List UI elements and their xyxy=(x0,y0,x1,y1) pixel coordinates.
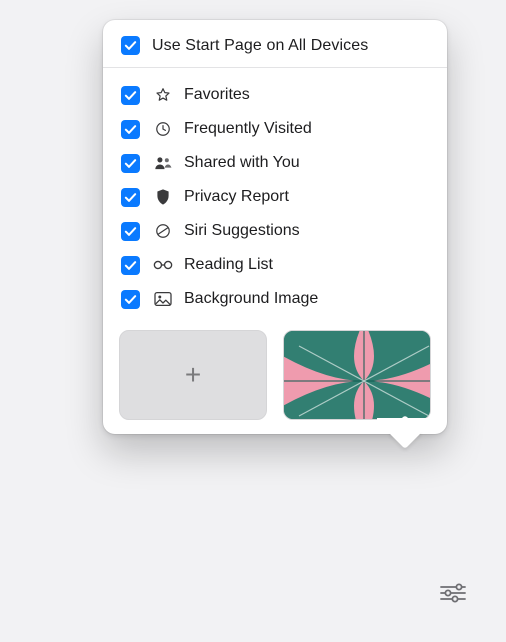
option-favorites: Favorites xyxy=(121,78,429,112)
shield-icon xyxy=(152,186,174,208)
option-label: Favorites xyxy=(184,86,250,104)
option-label: Frequently Visited xyxy=(184,120,312,138)
option-shared-with-you: Shared with You xyxy=(121,146,429,180)
sync-all-devices-checkbox[interactable] xyxy=(121,36,140,55)
sync-all-devices-label: Use Start Page on All Devices xyxy=(152,37,368,55)
siri-icon xyxy=(152,220,174,242)
favorites-checkbox[interactable] xyxy=(121,86,140,105)
add-background-button[interactable]: + xyxy=(119,330,267,420)
option-label: Background Image xyxy=(184,290,318,308)
shared-with-you-checkbox[interactable] xyxy=(121,154,140,173)
options-list: Favorites Frequently Visited Shared with… xyxy=(103,68,447,320)
option-background-image: Background Image xyxy=(121,282,429,316)
frequently-visited-checkbox[interactable] xyxy=(121,120,140,139)
image-icon xyxy=(152,288,174,310)
glasses-icon xyxy=(152,254,174,276)
option-label: Siri Suggestions xyxy=(184,222,300,240)
reading-list-checkbox[interactable] xyxy=(121,256,140,275)
clock-icon xyxy=(152,118,174,140)
option-privacy-report: Privacy Report xyxy=(121,180,429,214)
option-label: Privacy Report xyxy=(184,188,289,206)
header-row: Use Start Page on All Devices xyxy=(103,20,447,68)
people-icon xyxy=(152,152,174,174)
background-preview-thumbnail[interactable] xyxy=(283,330,431,420)
plus-icon: + xyxy=(185,359,201,391)
background-thumbnails: + xyxy=(103,320,447,420)
option-siri-suggestions: Siri Suggestions xyxy=(121,214,429,248)
option-label: Reading List xyxy=(184,256,273,274)
star-outline-icon xyxy=(152,84,174,106)
siri-suggestions-checkbox[interactable] xyxy=(121,222,140,241)
option-reading-list: Reading List xyxy=(121,248,429,282)
start-page-settings-popover: Use Start Page on All Devices Favorites … xyxy=(103,20,447,434)
page-settings-button[interactable] xyxy=(436,580,470,606)
background-image-checkbox[interactable] xyxy=(121,290,140,309)
option-label: Shared with You xyxy=(184,154,300,172)
privacy-report-checkbox[interactable] xyxy=(121,188,140,207)
sliders-icon xyxy=(439,582,467,604)
option-frequently-visited: Frequently Visited xyxy=(121,112,429,146)
